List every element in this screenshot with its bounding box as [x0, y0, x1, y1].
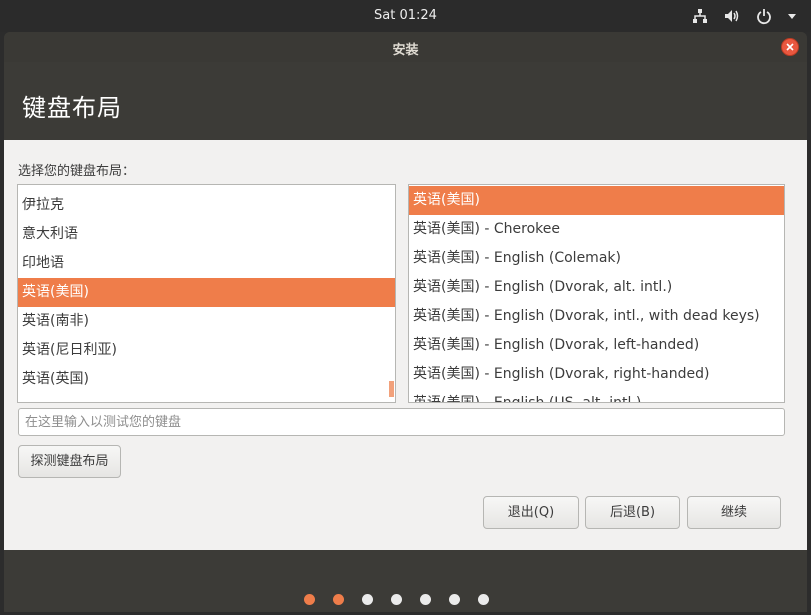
scrollbar-indicator[interactable] [389, 381, 394, 397]
progress-dot [420, 594, 431, 605]
window-title: 安装 [392, 43, 419, 58]
list-item[interactable]: 英语(美国) - English (Colemak) [409, 244, 784, 273]
list-item[interactable]: 英语(美国) - Cherokee [409, 215, 784, 244]
list-item[interactable]: 英语(尼日利亚) [18, 336, 395, 365]
variant-list[interactable]: 英语(美国) 英语(美国) - Cherokee 英语(美国) - Englis… [408, 184, 785, 403]
detect-layout-button[interactable]: 探测键盘布局 [18, 445, 121, 478]
page-title: 键盘布局 [22, 94, 122, 122]
list-item[interactable]: 英语(英国) [18, 365, 395, 394]
close-button[interactable] [781, 38, 799, 56]
layout-list[interactable]: 伊拉克 意大利语 印地语 英语(美国) 英语(南非) 英语(尼日利亚) 英语(英… [17, 184, 396, 403]
list-item[interactable]: 印地语 [18, 249, 395, 278]
list-item-selected[interactable]: 英语(美国) [409, 186, 784, 215]
back-button[interactable]: 后退(B) [585, 496, 680, 529]
page-header: 键盘布局 [4, 62, 807, 140]
list-item[interactable]: 英语(美国) - English (US, alt. intl.) [409, 389, 784, 402]
list-item[interactable]: 英语(美国) - English (Dvorak, intl., with de… [409, 302, 784, 331]
footer [4, 550, 807, 612]
keyboard-test-input[interactable] [18, 408, 785, 436]
progress-dot [362, 594, 373, 605]
progress-dot [333, 594, 344, 605]
menu-caret-icon[interactable] [787, 7, 797, 25]
layout-prompt: 选择您的键盘布局： [18, 164, 136, 179]
power-icon[interactable] [755, 7, 773, 25]
system-tray[interactable] [691, 7, 797, 25]
continue-button[interactable]: 继续 [687, 496, 781, 529]
progress-dot [449, 594, 460, 605]
list-item-selected[interactable]: 英语(美国) [18, 278, 395, 307]
top-bar: Sat 01:24 [0, 0, 811, 32]
list-item[interactable]: 意大利语 [18, 220, 395, 249]
progress-dot [391, 594, 402, 605]
quit-button[interactable]: 退出(Q) [483, 496, 579, 529]
volume-icon[interactable] [723, 7, 741, 25]
list-item[interactable]: 英语(美国) - English (Dvorak, right-handed) [409, 360, 784, 389]
list-item[interactable]: 伊拉克 [18, 191, 395, 220]
progress-dots [304, 594, 489, 605]
network-icon[interactable] [691, 7, 709, 25]
progress-dot [304, 594, 315, 605]
close-icon [786, 43, 794, 51]
list-item[interactable]: 英语(美国) - English (Dvorak, alt. intl.) [409, 273, 784, 302]
title-bar[interactable]: 安装 [4, 32, 807, 62]
clock[interactable]: Sat 01:24 [0, 8, 811, 23]
installer-window: 安装 键盘布局 选择您的键盘布局： 伊拉克 意大利语 印地语 英语(美国) 英语… [4, 32, 807, 612]
list-item[interactable]: 英语(美国) - English (Dvorak, left-handed) [409, 331, 784, 360]
progress-dot [478, 594, 489, 605]
page-content: 选择您的键盘布局： 伊拉克 意大利语 印地语 英语(美国) 英语(南非) 英语(… [4, 140, 807, 550]
list-item[interactable]: 英语(南非) [18, 307, 395, 336]
